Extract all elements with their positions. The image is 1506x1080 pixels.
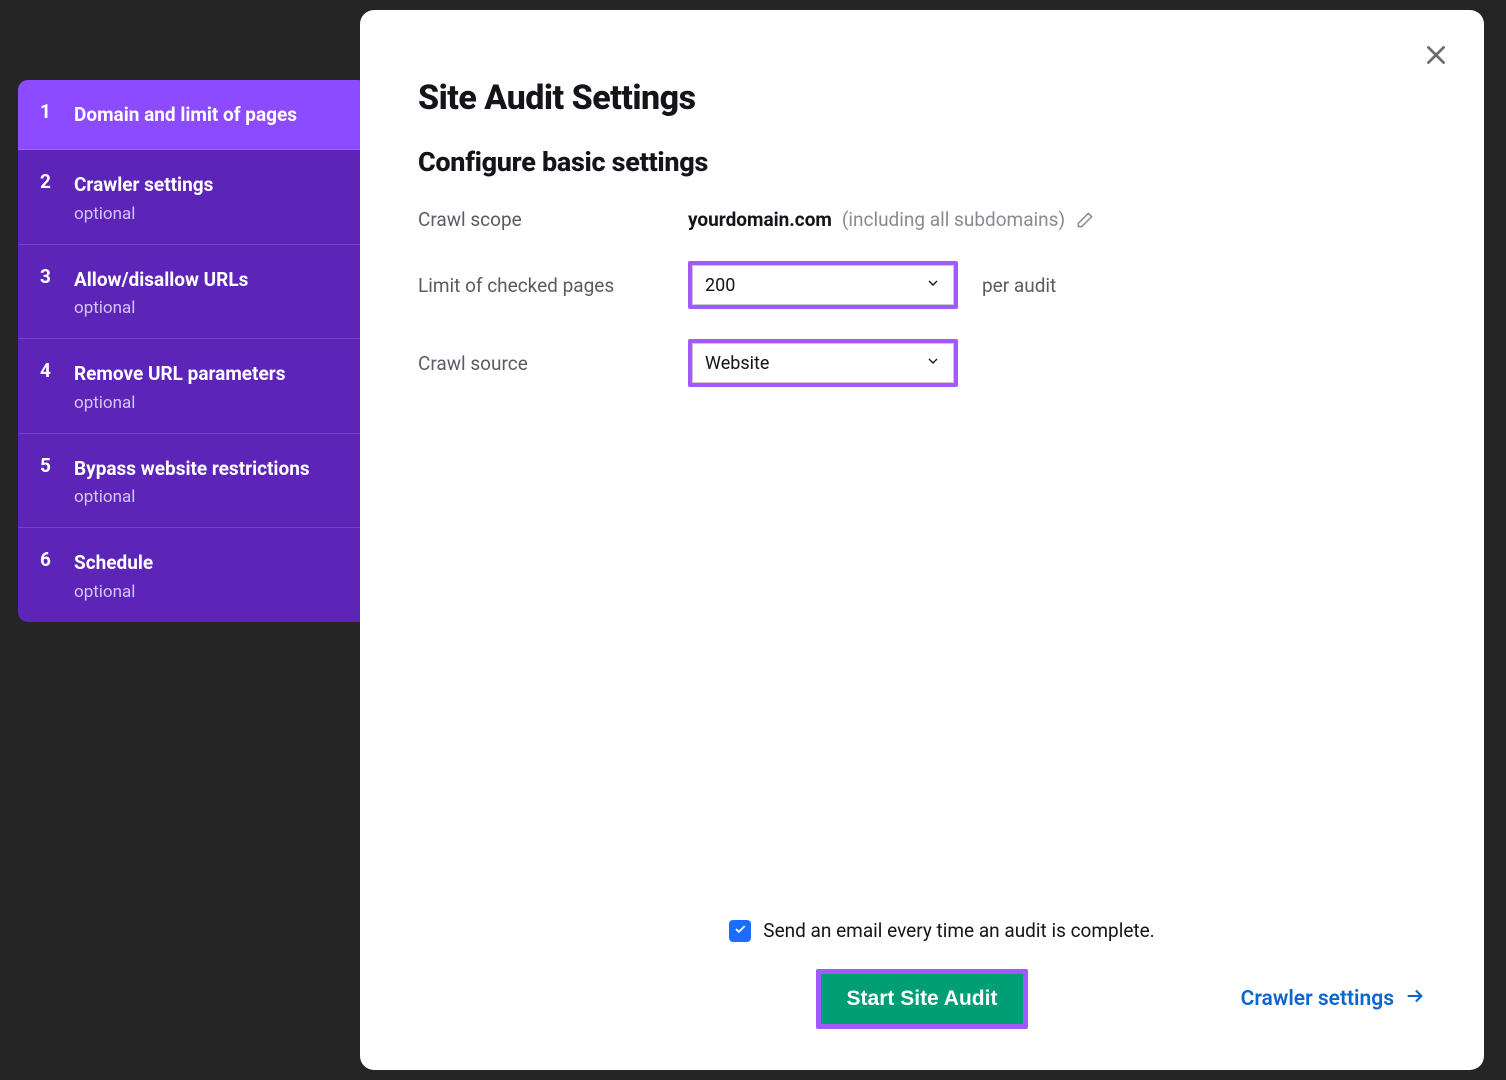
step-number: 6 [40, 548, 74, 601]
step-number: 4 [40, 359, 74, 412]
start-site-audit-button[interactable]: Start Site Audit [821, 974, 1024, 1024]
crawl-scope-label: Crawl scope [418, 208, 688, 231]
limit-row: Limit of checked pages 200 per audit [418, 261, 1426, 309]
wizard-step-2[interactable]: 2 Crawler settings optional [18, 150, 368, 244]
start-button-highlight: Start Site Audit [816, 969, 1029, 1029]
wizard-step-3[interactable]: 3 Allow/disallow URLs optional [18, 245, 368, 339]
step-optional-label: optional [74, 298, 248, 318]
step-title: Domain and limit of pages [74, 100, 297, 129]
wizard-stepper: 1 Domain and limit of pages 2 Crawler se… [18, 80, 368, 622]
email-checkbox[interactable] [729, 920, 751, 942]
site-audit-settings-modal: Site Audit Settings Configure basic sett… [360, 10, 1484, 1070]
crawler-link-label: Crawler settings [1241, 987, 1394, 1011]
pencil-icon[interactable] [1075, 210, 1095, 230]
crawl-scope-note: (including all subdomains) [842, 208, 1065, 231]
crawl-source-row: Crawl source Website [418, 339, 1426, 387]
modal-title: Site Audit Settings [418, 78, 1426, 118]
limit-label: Limit of checked pages [418, 274, 688, 297]
modal-footer: Send an email every time an audit is com… [418, 919, 1426, 1034]
arrow-right-icon [1404, 985, 1426, 1013]
chevron-down-icon [925, 275, 941, 296]
step-title: Remove URL parameters [74, 359, 285, 388]
source-select[interactable]: Website [692, 343, 954, 383]
step-number: 1 [40, 100, 74, 129]
step-title: Bypass website restrictions [74, 454, 310, 483]
wizard-step-4[interactable]: 4 Remove URL parameters optional [18, 339, 368, 433]
step-optional-label: optional [74, 204, 213, 224]
step-number: 2 [40, 170, 74, 223]
email-checkbox-row: Send an email every time an audit is com… [418, 919, 1426, 942]
crawl-source-label: Crawl source [418, 352, 688, 375]
source-select-highlight: Website [688, 339, 958, 387]
step-number: 3 [40, 265, 74, 318]
check-icon [733, 921, 747, 940]
close-icon [1423, 42, 1449, 71]
source-select-value: Website [705, 353, 769, 374]
limit-select[interactable]: 200 [692, 265, 954, 305]
email-checkbox-label: Send an email every time an audit is com… [763, 919, 1154, 942]
wizard-step-5[interactable]: 5 Bypass website restrictions optional [18, 434, 368, 528]
wizard-step-1[interactable]: 1 Domain and limit of pages [18, 80, 368, 150]
crawl-scope-row: Crawl scope yourdomain.com (including al… [418, 208, 1426, 231]
step-title: Allow/disallow URLs [74, 265, 248, 294]
chevron-down-icon [925, 353, 941, 374]
limit-suffix: per audit [982, 274, 1056, 297]
step-optional-label: optional [74, 487, 310, 507]
step-title: Crawler settings [74, 170, 213, 199]
crawler-settings-link[interactable]: Crawler settings [1241, 985, 1426, 1013]
step-title: Schedule [74, 548, 153, 577]
wizard-step-6[interactable]: 6 Schedule optional [18, 528, 368, 621]
crawl-scope-domain: yourdomain.com [688, 208, 832, 231]
step-optional-label: optional [74, 582, 153, 602]
action-row: Start Site Audit Crawler settings [418, 964, 1426, 1034]
modal-subtitle: Configure basic settings [418, 146, 1426, 178]
step-number: 5 [40, 454, 74, 507]
close-button[interactable] [1418, 38, 1454, 74]
step-optional-label: optional [74, 393, 285, 413]
limit-select-value: 200 [705, 275, 735, 296]
limit-select-highlight: 200 [688, 261, 958, 309]
